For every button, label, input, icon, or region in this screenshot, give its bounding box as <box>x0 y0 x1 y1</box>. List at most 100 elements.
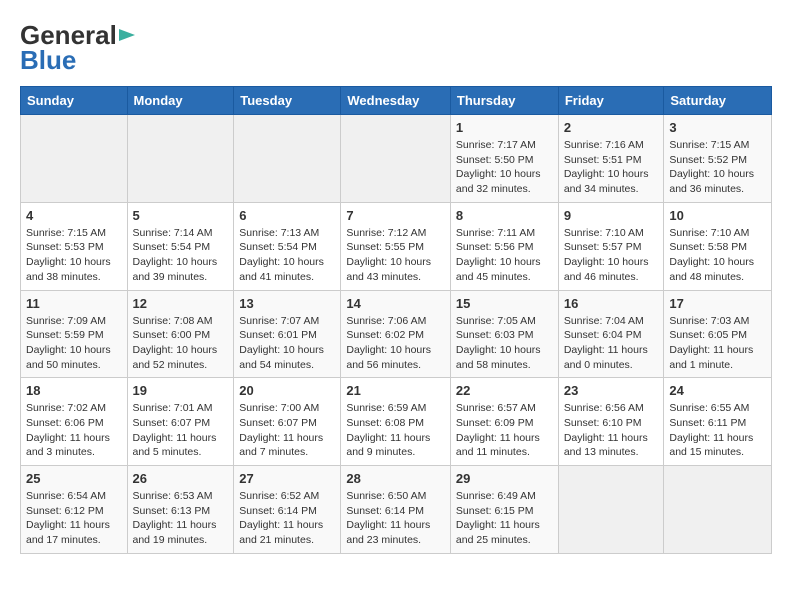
calendar-cell <box>341 115 451 203</box>
day-info: Sunrise: 7:01 AMSunset: 6:07 PMDaylight:… <box>133 401 229 460</box>
day-info: Sunrise: 7:02 AMSunset: 6:06 PMDaylight:… <box>26 401 122 460</box>
calendar-cell: 23 Sunrise: 6:56 AMSunset: 6:10 PMDayligh… <box>558 378 664 466</box>
calendar-cell: 24 Sunrise: 6:55 AMSunset: 6:11 PMDayligh… <box>664 378 772 466</box>
calendar-cell: 27 Sunrise: 6:52 AMSunset: 6:14 PMDayligh… <box>234 466 341 554</box>
day-info: Sunrise: 7:05 AMSunset: 6:03 PMDaylight:… <box>456 314 553 373</box>
day-number: 18 <box>26 383 122 398</box>
calendar-cell: 17Sunrise: 7:03 AMSunset: 6:05 PMDayligh… <box>664 290 772 378</box>
calendar-cell: 29 Sunrise: 6:49 AMSunset: 6:15 PMDayligh… <box>450 466 558 554</box>
day-number: 28 <box>346 471 445 486</box>
calendar-cell: 1 Sunrise: 7:17 AMSunset: 5:50 PMDaylight… <box>450 115 558 203</box>
day-number: 26 <box>133 471 229 486</box>
day-info: Sunrise: 7:08 AMSunset: 6:00 PMDaylight:… <box>133 314 229 373</box>
day-number: 5 <box>133 208 229 223</box>
day-info: Sunrise: 6:57 AMSunset: 6:09 PMDaylight:… <box>456 401 553 460</box>
day-info: Sunrise: 6:53 AMSunset: 6:13 PMDaylight:… <box>133 489 229 548</box>
day-info: Sunrise: 6:56 AMSunset: 6:10 PMDaylight:… <box>564 401 659 460</box>
day-number: 25 <box>26 471 122 486</box>
day-info: Sunrise: 6:55 AMSunset: 6:11 PMDaylight:… <box>669 401 766 460</box>
day-number: 24 <box>669 383 766 398</box>
week-row-3: 11 Sunrise: 7:09 AMSunset: 5:59 PMDayligh… <box>21 290 772 378</box>
day-info: Sunrise: 7:13 AMSunset: 5:54 PMDaylight:… <box>239 226 335 285</box>
day-number: 22 <box>456 383 553 398</box>
day-info: Sunrise: 6:50 AMSunset: 6:14 PMDaylight:… <box>346 489 445 548</box>
week-row-5: 25 Sunrise: 6:54 AMSunset: 6:12 PMDayligh… <box>21 466 772 554</box>
day-info: Sunrise: 7:12 AMSunset: 5:55 PMDaylight:… <box>346 226 445 285</box>
day-number: 17 <box>669 296 766 311</box>
calendar-cell: 20 Sunrise: 7:00 AMSunset: 6:07 PMDayligh… <box>234 378 341 466</box>
day-info: Sunrise: 7:10 AMSunset: 5:58 PMDaylight:… <box>669 226 766 285</box>
day-info: Sunrise: 7:04 AMSunset: 6:04 PMDaylight:… <box>564 314 659 373</box>
weekday-header-saturday: Saturday <box>664 87 772 115</box>
logo: General Blue <box>20 20 137 76</box>
day-number: 2 <box>564 120 659 135</box>
day-info: Sunrise: 7:10 AMSunset: 5:57 PMDaylight:… <box>564 226 659 285</box>
day-number: 3 <box>669 120 766 135</box>
calendar-cell: 7 Sunrise: 7:12 AMSunset: 5:55 PMDaylight… <box>341 202 451 290</box>
week-row-1: 1 Sunrise: 7:17 AMSunset: 5:50 PMDaylight… <box>21 115 772 203</box>
calendar-cell: 28 Sunrise: 6:50 AMSunset: 6:14 PMDayligh… <box>341 466 451 554</box>
day-info: Sunrise: 6:52 AMSunset: 6:14 PMDaylight:… <box>239 489 335 548</box>
calendar-cell: 4 Sunrise: 7:15 AMSunset: 5:53 PMDaylight… <box>21 202 128 290</box>
day-number: 27 <box>239 471 335 486</box>
calendar-cell: 15 Sunrise: 7:05 AMSunset: 6:03 PMDayligh… <box>450 290 558 378</box>
weekday-header-friday: Friday <box>558 87 664 115</box>
day-info: Sunrise: 7:00 AMSunset: 6:07 PMDaylight:… <box>239 401 335 460</box>
day-number: 1 <box>456 120 553 135</box>
day-number: 14 <box>346 296 445 311</box>
weekday-header-monday: Monday <box>127 87 234 115</box>
day-number: 16 <box>564 296 659 311</box>
day-info: Sunrise: 7:14 AMSunset: 5:54 PMDaylight:… <box>133 226 229 285</box>
header: General Blue <box>20 20 772 76</box>
calendar-cell: 6 Sunrise: 7:13 AMSunset: 5:54 PMDaylight… <box>234 202 341 290</box>
week-row-4: 18 Sunrise: 7:02 AMSunset: 6:06 PMDayligh… <box>21 378 772 466</box>
weekday-header-sunday: Sunday <box>21 87 128 115</box>
day-info: Sunrise: 6:49 AMSunset: 6:15 PMDaylight:… <box>456 489 553 548</box>
day-info: Sunrise: 7:17 AMSunset: 5:50 PMDaylight:… <box>456 138 553 197</box>
day-info: Sunrise: 6:54 AMSunset: 6:12 PMDaylight:… <box>26 489 122 548</box>
calendar-cell: 21 Sunrise: 6:59 AMSunset: 6:08 PMDayligh… <box>341 378 451 466</box>
calendar-cell <box>558 466 664 554</box>
day-number: 10 <box>669 208 766 223</box>
day-number: 20 <box>239 383 335 398</box>
day-number: 19 <box>133 383 229 398</box>
calendar-cell: 14 Sunrise: 7:06 AMSunset: 6:02 PMDayligh… <box>341 290 451 378</box>
calendar-cell <box>664 466 772 554</box>
calendar-cell: 25 Sunrise: 6:54 AMSunset: 6:12 PMDayligh… <box>21 466 128 554</box>
calendar-table: SundayMondayTuesdayWednesdayThursdayFrid… <box>20 86 772 554</box>
day-number: 23 <box>564 383 659 398</box>
day-number: 11 <box>26 296 122 311</box>
day-number: 15 <box>456 296 553 311</box>
day-info: Sunrise: 7:11 AMSunset: 5:56 PMDaylight:… <box>456 226 553 285</box>
calendar-cell: 5 Sunrise: 7:14 AMSunset: 5:54 PMDaylight… <box>127 202 234 290</box>
calendar-cell: 9 Sunrise: 7:10 AMSunset: 5:57 PMDaylight… <box>558 202 664 290</box>
day-number: 21 <box>346 383 445 398</box>
logo-arrow-icon <box>119 26 137 44</box>
calendar-cell: 16 Sunrise: 7:04 AMSunset: 6:04 PMDayligh… <box>558 290 664 378</box>
calendar-cell: 18 Sunrise: 7:02 AMSunset: 6:06 PMDayligh… <box>21 378 128 466</box>
day-number: 12 <box>133 296 229 311</box>
calendar-cell <box>234 115 341 203</box>
day-info: Sunrise: 6:59 AMSunset: 6:08 PMDaylight:… <box>346 401 445 460</box>
day-info: Sunrise: 7:16 AMSunset: 5:51 PMDaylight:… <box>564 138 659 197</box>
day-number: 29 <box>456 471 553 486</box>
week-row-2: 4 Sunrise: 7:15 AMSunset: 5:53 PMDaylight… <box>21 202 772 290</box>
day-info: Sunrise: 7:15 AMSunset: 5:52 PMDaylight:… <box>669 138 766 197</box>
day-number: 7 <box>346 208 445 223</box>
day-number: 8 <box>456 208 553 223</box>
calendar-cell: 19 Sunrise: 7:01 AMSunset: 6:07 PMDayligh… <box>127 378 234 466</box>
calendar-cell: 10 Sunrise: 7:10 AMSunset: 5:58 PMDayligh… <box>664 202 772 290</box>
calendar-cell: 3 Sunrise: 7:15 AMSunset: 5:52 PMDaylight… <box>664 115 772 203</box>
weekday-header-row: SundayMondayTuesdayWednesdayThursdayFrid… <box>21 87 772 115</box>
weekday-header-tuesday: Tuesday <box>234 87 341 115</box>
calendar-cell: 13Sunrise: 7:07 AMSunset: 6:01 PMDayligh… <box>234 290 341 378</box>
day-number: 9 <box>564 208 659 223</box>
day-info: Sunrise: 7:06 AMSunset: 6:02 PMDaylight:… <box>346 314 445 373</box>
day-info: Sunrise: 7:15 AMSunset: 5:53 PMDaylight:… <box>26 226 122 285</box>
calendar-cell <box>127 115 234 203</box>
calendar-cell: 26 Sunrise: 6:53 AMSunset: 6:13 PMDayligh… <box>127 466 234 554</box>
day-number: 4 <box>26 208 122 223</box>
day-number: 6 <box>239 208 335 223</box>
calendar-cell <box>21 115 128 203</box>
day-info: Sunrise: 7:09 AMSunset: 5:59 PMDaylight:… <box>26 314 122 373</box>
